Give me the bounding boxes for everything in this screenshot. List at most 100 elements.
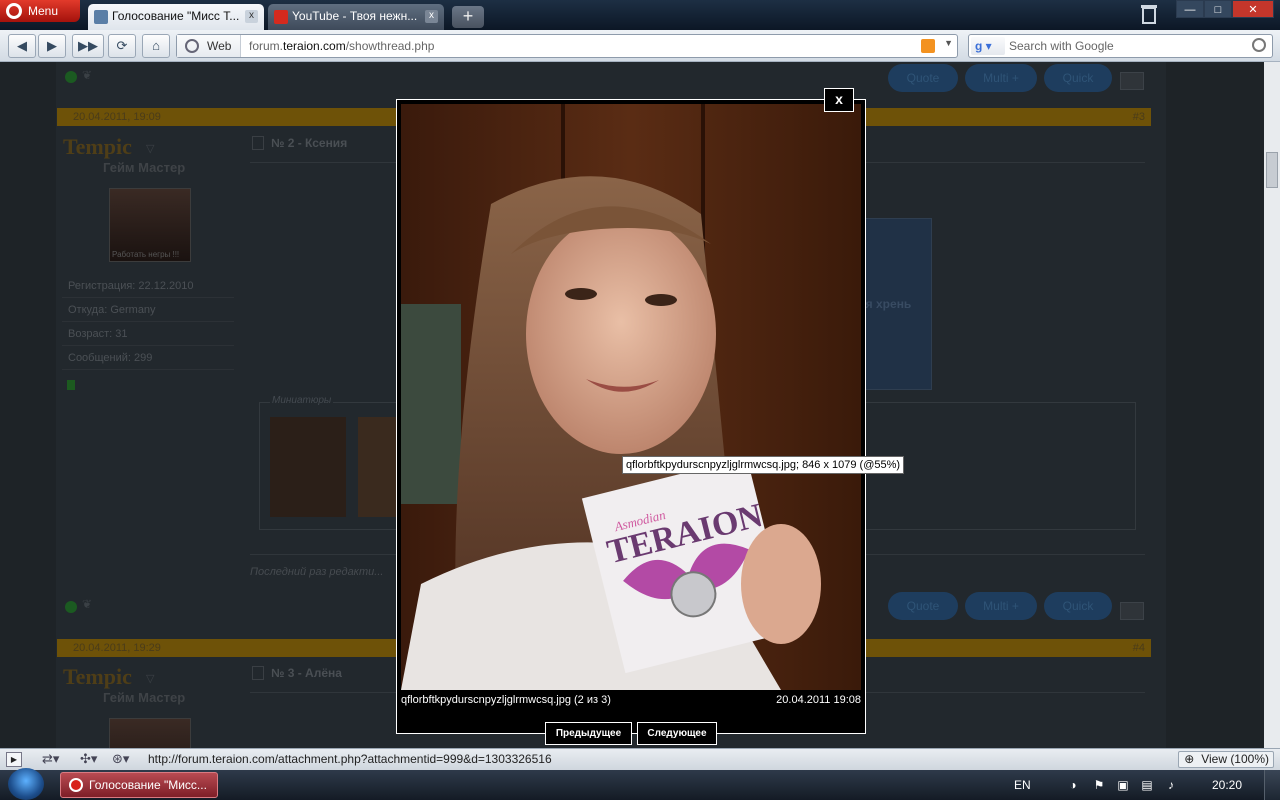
show-desktop-button[interactable] (1264, 770, 1280, 800)
post-title: № 2 - Ксения (271, 136, 348, 150)
forward-button[interactable]: ▶ (38, 34, 66, 58)
start-button[interactable] (8, 768, 44, 800)
thumbnail-2[interactable] (358, 417, 400, 517)
maximize-button[interactable]: □ (1204, 0, 1232, 18)
user-info-posts: Сообщений: 299 (62, 346, 234, 370)
lightbox-filename: qflorbftkpydurscnpyzljglrmwcsq.jpg (2 из… (401, 694, 611, 706)
taskbar-opera-window[interactable]: Голосование "Мисс... (60, 772, 218, 798)
lightbox-close-button[interactable]: x (824, 88, 854, 112)
user-rank: Гейм Мастер (103, 690, 186, 705)
google-search-engine-icon[interactable]: g ▾ (971, 37, 1005, 55)
address-bar[interactable]: Web forum.teraion.com/showthread.php ▼ (176, 34, 958, 58)
fast-forward-button[interactable]: ▶▶ (72, 34, 104, 58)
post-icon (252, 136, 264, 150)
user-info-age: Возраст: 31 (62, 322, 234, 346)
tab-title: Голосование "Мисс Т... (112, 9, 240, 23)
web-protocol-button[interactable]: Web (177, 35, 241, 57)
thumbnail-1[interactable] (270, 417, 346, 517)
close-window-button[interactable]: ✕ (1232, 0, 1274, 18)
search-placeholder: Search with Google (1009, 39, 1114, 53)
post-title: № 3 - Алёна (271, 666, 342, 680)
magnifier-icon: ⊕ (1184, 752, 1195, 766)
search-field[interactable]: g ▾ Search with Google (968, 34, 1273, 58)
table-fragment-text: ая хрень (859, 297, 912, 311)
tray-app-icon[interactable]: ◑ (1066, 778, 1080, 792)
avatar-caption: Работать негры !!! (112, 250, 180, 259)
post-date: 20.04.2011, 19:09 (73, 111, 161, 123)
opera-menu-button[interactable]: Menu (0, 0, 80, 22)
avatar[interactable] (109, 718, 191, 748)
youtube-icon (274, 10, 288, 24)
home-button[interactable]: ⌂ (142, 34, 170, 58)
quote-button[interactable]: Quote (888, 592, 958, 620)
thumbnails-legend: Миниатюры (270, 395, 334, 406)
avatar[interactable]: Работать негры !!! (109, 188, 191, 262)
language-indicator[interactable]: EN (1014, 770, 1031, 800)
unite-icon[interactable]: ✣▾ (80, 751, 97, 767)
user-rank: Гейм Мастер (103, 160, 186, 175)
quick-reply-button[interactable]: Quick (1044, 592, 1112, 620)
scroll-top-icon[interactable] (1120, 602, 1144, 620)
clock[interactable]: 20:20 (1212, 770, 1242, 800)
protocol-label: Web (207, 39, 232, 53)
multi-quote-button[interactable]: Multi + (965, 64, 1037, 92)
post-icon (252, 666, 264, 680)
security-icon[interactable]: ⊛▾ (112, 751, 129, 767)
username[interactable]: Tempic (63, 134, 132, 160)
back-button[interactable]: ◀ (8, 34, 36, 58)
volume-icon[interactable]: ♪ (1164, 778, 1178, 792)
post-number[interactable]: #3 (1133, 108, 1145, 126)
globe-icon (185, 39, 199, 53)
scroll-top-icon[interactable] (1120, 72, 1144, 90)
tab-youtube[interactable]: YouTube - Твоя нежн... x (268, 4, 444, 30)
post-date: 20.04.2011, 19:29 (73, 642, 161, 654)
reload-button[interactable]: ⟳ (108, 34, 136, 58)
page-icon (94, 10, 108, 24)
new-tab-button[interactable]: + (452, 6, 484, 28)
online-status-icon (65, 71, 77, 83)
post-number[interactable]: #4 (1133, 639, 1145, 657)
minimize-button[interactable]: — (1176, 0, 1204, 18)
opera-logo-icon (69, 778, 83, 792)
status-url: http://forum.teraion.com/attachment.php?… (148, 752, 552, 766)
previous-image-button[interactable]: Предыдущее (545, 722, 632, 745)
page-scrollbar[interactable] (1264, 62, 1280, 748)
tab-close-icon[interactable]: x (425, 10, 438, 23)
usb-device-icon[interactable]: ▣ (1116, 778, 1130, 792)
search-icon[interactable] (1252, 38, 1266, 52)
tab-forum[interactable]: Голосование "Мисс Т... x (88, 4, 264, 30)
last-edited-note: Последний раз редакти... (250, 566, 384, 578)
url-text[interactable]: forum.teraion.com/showthread.php (249, 35, 434, 57)
next-image-button[interactable]: Следующее (637, 722, 717, 745)
status-bar: ▶ ⇄▾ ✣▾ ⊛▾ http://forum.teraion.com/atta… (0, 748, 1280, 770)
trash-icon[interactable] (1138, 2, 1160, 26)
taskbar-task-label: Голосование "Мисс... (89, 778, 207, 792)
menu-label: Menu (28, 4, 59, 18)
portrait-photo: Asmodian TERAION (401, 104, 861, 690)
lightbox-image[interactable]: Asmodian TERAION (401, 104, 861, 690)
user-info-registration: Регистрация: 22.12.2010 (62, 274, 234, 298)
zoom-control[interactable]: ⊕ View (100%) (1178, 751, 1274, 768)
reload-icon: ⟳ (116, 38, 128, 53)
image-tooltip: qflorbftkpydurscnpyzljglrmwcsq.jpg; 846 … (622, 456, 905, 474)
tab-close-icon[interactable]: x (245, 10, 258, 23)
turbo-icon[interactable]: ⇄▾ (42, 751, 59, 767)
tab-title: YouTube - Твоя нежн... (292, 9, 418, 23)
network-icon[interactable]: ▤ (1140, 778, 1154, 792)
panel-toggle-icon[interactable]: ▶ (6, 752, 22, 767)
quote-button[interactable]: Quote (888, 64, 958, 92)
rss-feed-icon[interactable] (921, 39, 935, 53)
username[interactable]: Tempic (63, 664, 132, 690)
address-dropdown-icon[interactable]: ▼ (944, 38, 953, 48)
action-center-flag-icon[interactable]: ⚑ (1092, 778, 1106, 792)
user-info-location: Откуда: Germany (62, 298, 234, 322)
user-info: Регистрация: 22.12.2010 Откуда: Germany … (62, 274, 234, 370)
fast-forward-icon: ▶▶ (78, 38, 98, 53)
user-dropdown-icon[interactable]: ▽ (146, 142, 154, 155)
user-dropdown-icon[interactable]: ▽ (146, 672, 154, 685)
scrollbar-thumb[interactable] (1266, 152, 1278, 188)
quick-reply-button[interactable]: Quick (1044, 64, 1112, 92)
online-status-icon (65, 601, 77, 613)
multi-quote-button[interactable]: Multi + (965, 592, 1037, 620)
reputation-bar (67, 380, 75, 390)
